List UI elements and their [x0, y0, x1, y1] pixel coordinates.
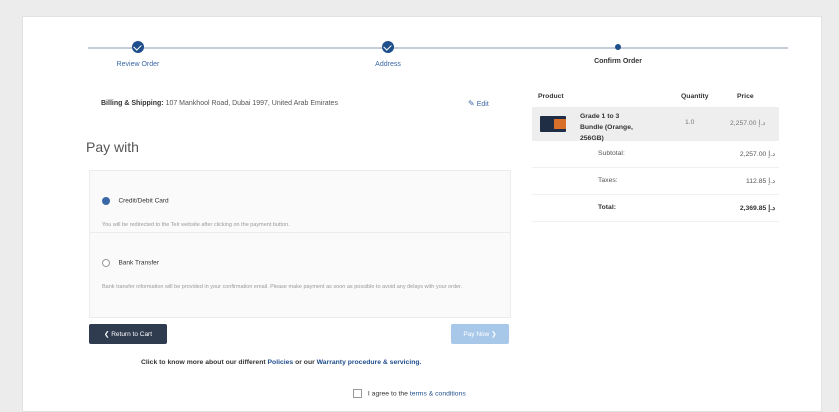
- edit-label: Edit: [476, 101, 489, 108]
- taxes-value: 112.85 د.إ: [746, 178, 775, 185]
- terms-link[interactable]: terms & conditions: [410, 390, 466, 397]
- product-quantity: 1.0: [685, 119, 695, 126]
- warranty-link[interactable]: Warranty procedure & servicing.: [317, 359, 422, 366]
- billing-shipping-address: Billing & Shipping: 107 Mankhool Road, D…: [101, 100, 338, 107]
- check-icon: [132, 41, 144, 53]
- divider: [90, 232, 510, 233]
- option-description: You will be redirected to the Telr websi…: [102, 222, 290, 228]
- header-product: Product: [538, 93, 564, 100]
- billing-label: Billing & Shipping:: [101, 100, 164, 107]
- return-to-cart-button[interactable]: ❮ Return to Cart: [89, 324, 167, 344]
- pay-now-button[interactable]: Pay Now ❯: [451, 324, 509, 344]
- payment-option-bank[interactable]: Bank Transfer Bank transfer information …: [102, 254, 497, 293]
- total-value: 2,369.85 د.إ: [739, 205, 775, 212]
- subtotal-label: Subtotal:: [598, 150, 625, 157]
- edit-address-link[interactable]: ✎ Edit: [468, 99, 489, 108]
- step-label: Confirm Order: [594, 58, 642, 65]
- subtotal-value: 2,257.00 د.إ: [739, 151, 775, 158]
- taxes-row: Taxes: 112.85 د.إ: [532, 168, 779, 195]
- current-step-dot: [615, 44, 621, 50]
- order-summary: Product Quantity Price Grade 1 to 3 Bund…: [532, 89, 779, 222]
- option-description: Bank transfer information will be provid…: [102, 284, 463, 290]
- option-label: Bank Transfer: [118, 259, 159, 267]
- product-row: Grade 1 to 3 Bundle (Orange, 256GB) 1.0 …: [532, 107, 779, 142]
- product-name: Grade 1 to 3 Bundle (Orange, 256GB): [580, 113, 633, 142]
- step-label: Review Order: [116, 61, 160, 68]
- info-middle: or our: [295, 359, 315, 366]
- step-confirm-order: Confirm Order: [558, 37, 678, 65]
- agree-prefix: I agree to the: [367, 390, 408, 398]
- payment-option-card[interactable]: Credit/Debit Card You will be redirected…: [102, 192, 497, 231]
- policies-link[interactable]: Policies: [268, 359, 294, 366]
- taxes-label: Taxes:: [598, 177, 618, 184]
- total-row: Total: 2,369.85 د.إ: [532, 195, 779, 222]
- payment-options: Credit/Debit Card You will be redirected…: [89, 170, 511, 318]
- option-label: Credit/Debit Card: [118, 197, 169, 205]
- radio-card[interactable]: [102, 196, 110, 205]
- terms-checkbox[interactable]: [353, 389, 362, 398]
- checkout-page: Review Order Address Confirm Order Billi…: [22, 16, 822, 412]
- edit-icon: ✎: [468, 99, 475, 108]
- product-price: 2,257.00 د.إ: [730, 120, 766, 127]
- step-address[interactable]: Address: [328, 37, 448, 68]
- billing-address: 107 Mankhool Road, Dubai 1997, United Ar…: [165, 100, 338, 107]
- summary-header: Product Quantity Price: [532, 89, 779, 107]
- radio-bank[interactable]: [102, 258, 110, 267]
- policies-info: Click to know more about our different P…: [141, 359, 421, 366]
- pay-with-heading: Pay with: [86, 139, 139, 155]
- header-quantity: Quantity: [681, 93, 709, 100]
- subtotal-row: Subtotal: 2,257.00 د.إ: [532, 141, 779, 168]
- step-review-order[interactable]: Review Order: [78, 37, 198, 68]
- checkout-stepper: Review Order Address Confirm Order: [88, 37, 788, 97]
- check-icon: [382, 41, 394, 53]
- step-label: Address: [375, 61, 401, 68]
- product-thumbnail: [540, 116, 566, 132]
- total-label: Total:: [598, 204, 616, 211]
- header-price: Price: [737, 93, 754, 100]
- terms-agreement: I agree to the terms & conditions: [353, 389, 466, 398]
- info-prefix: Click to know more about our different: [141, 359, 266, 366]
